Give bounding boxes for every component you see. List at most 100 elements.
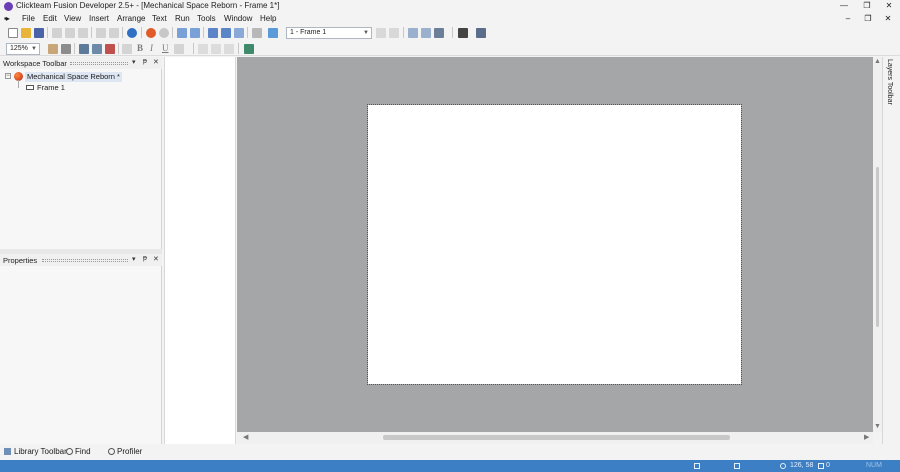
zoom-dropdown[interactable]: 125% ▼ [6, 43, 40, 55]
tree-collapse-toggle[interactable]: − [5, 73, 11, 79]
toolbar-separator [122, 27, 123, 38]
paint-icon[interactable] [268, 28, 278, 38]
menu-file[interactable]: File [22, 14, 35, 23]
tree-item-frame-1[interactable]: Frame 1 [37, 83, 65, 93]
stop-square-icon[interactable] [458, 28, 468, 38]
toolbar-separator [172, 27, 173, 38]
run-application-icon[interactable] [146, 28, 156, 38]
show-grid-icon[interactable] [92, 44, 102, 54]
panel-close-icon[interactable]: ✕ [153, 58, 159, 66]
panel-close-icon[interactable]: ✕ [153, 255, 159, 263]
library-icon[interactable] [252, 28, 262, 38]
pin-icon[interactable]: ᵽ [143, 58, 147, 65]
fullscreen-icon[interactable] [476, 28, 486, 38]
italic-button[interactable]: I [150, 43, 153, 53]
save-icon[interactable] [34, 28, 44, 38]
panel-menu-icon[interactable]: ▾ [132, 58, 136, 66]
align-right-icon[interactable] [224, 44, 234, 54]
menu-text[interactable]: Text [152, 14, 167, 23]
undo-icon[interactable] [96, 28, 106, 38]
bottom-tab-bar: Library Toolbar Find Profiler [0, 444, 900, 460]
stop-icon[interactable] [159, 28, 169, 38]
horizontal-scroll-thumb[interactable] [383, 435, 730, 440]
tab-profiler[interactable]: Profiler [117, 447, 142, 456]
text-color-icon[interactable] [174, 44, 184, 54]
menu-insert[interactable]: Insert [89, 14, 109, 23]
window-restore-button[interactable]: ❐ [856, 0, 878, 13]
frame-icon [26, 85, 34, 90]
scroll-left-icon[interactable]: ◀ [243, 433, 248, 441]
title-bar: Clickteam Fusion Developer 2.5+ - [Mecha… [0, 0, 900, 13]
window-close-button[interactable]: ✕ [878, 0, 900, 13]
open-folder-icon[interactable] [21, 28, 31, 38]
system-menu-icon[interactable]: ▪▸ [4, 14, 10, 23]
mdi-minimize-button[interactable]: – [838, 13, 858, 25]
copy-icon[interactable] [65, 28, 75, 38]
paste-icon[interactable] [78, 28, 88, 38]
tab-library-toolbar[interactable]: Library Toolbar [14, 447, 67, 456]
menu-tools[interactable]: Tools [197, 14, 216, 23]
grid-setup-icon[interactable] [105, 44, 115, 54]
menu-help[interactable]: Help [260, 14, 276, 23]
next-frame-icon[interactable] [389, 28, 399, 38]
menu-arrange[interactable]: Arrange [117, 14, 145, 23]
pin-icon[interactable]: ᵽ [143, 255, 147, 262]
cursor-position-icon [780, 463, 786, 469]
align-center-icon[interactable] [211, 44, 221, 54]
menu-run[interactable]: Run [175, 14, 190, 23]
align-left-icon[interactable] [198, 44, 208, 54]
previous-frame-icon[interactable] [376, 28, 386, 38]
storyboard-editor-icon[interactable] [177, 28, 187, 38]
scroll-up-icon[interactable]: ▲ [874, 58, 881, 65]
mdi-restore-button[interactable]: ❐ [858, 13, 878, 25]
eyedropper-icon[interactable] [61, 44, 71, 54]
toolbar-separator [238, 43, 239, 54]
tile-windows-icon[interactable] [421, 28, 431, 38]
toolbar-separator [91, 27, 92, 38]
menu-window[interactable]: Window [224, 14, 252, 23]
display-mode-icon[interactable] [434, 28, 444, 38]
editor-toolbar: 125% ▼ B I U [0, 41, 900, 56]
layers-toolbar-tab[interactable]: Layers Toolbar [886, 59, 893, 105]
properties-panel-header: Properties ▾ ᵽ ✕ [0, 254, 162, 266]
toolbar-separator [452, 27, 453, 38]
data-elements-icon[interactable] [234, 28, 244, 38]
status-indicator-icon [734, 463, 740, 469]
redo-icon[interactable] [109, 28, 119, 38]
object-count: 0 [826, 462, 830, 469]
vertical-scroll-thumb[interactable] [876, 167, 879, 327]
panel-menu-icon[interactable]: ▾ [132, 255, 136, 263]
tab-find[interactable]: Find [75, 447, 91, 456]
new-file-icon[interactable] [8, 28, 18, 38]
mdi-close-button[interactable]: ✕ [878, 13, 898, 25]
horizontal-scrollbar[interactable]: ◀ ▶ [237, 432, 873, 444]
toolbar-separator [193, 43, 194, 54]
frame-editor-icon[interactable] [190, 28, 200, 38]
vertical-scrollbar[interactable]: ▲ ▼ [873, 57, 882, 432]
font-icon[interactable] [122, 44, 132, 54]
tree-item-application[interactable]: Mechanical Space Reborn * [25, 72, 122, 82]
window-minimize-button[interactable]: — [833, 0, 855, 13]
menu-view[interactable]: View [64, 14, 81, 23]
bold-button[interactable]: B [137, 43, 143, 53]
hand-tool-icon[interactable] [48, 44, 58, 54]
event-list-editor-icon[interactable] [221, 28, 231, 38]
cut-icon[interactable] [52, 28, 62, 38]
frame-selector-dropdown[interactable]: 1 - Frame 1 ▼ [286, 27, 372, 39]
window-layout-icon[interactable] [408, 28, 418, 38]
menu-edit[interactable]: Edit [43, 14, 57, 23]
layers-toolbar-strip[interactable]: Layers Toolbar [882, 57, 900, 444]
scroll-down-icon[interactable]: ▼ [874, 423, 881, 430]
frame-canvas[interactable] [367, 104, 742, 385]
panel-grip[interactable] [70, 62, 128, 65]
frame-editor-area[interactable] [237, 57, 873, 432]
help-icon[interactable] [127, 28, 137, 38]
scroll-right-icon[interactable]: ▶ [864, 433, 869, 441]
library-icon [4, 448, 11, 455]
event-editor-icon[interactable] [208, 28, 218, 38]
panel-grip[interactable] [42, 259, 128, 262]
fusion-app-icon [4, 2, 13, 11]
snap-to-grid-icon[interactable] [79, 44, 89, 54]
fit-to-window-icon[interactable] [244, 44, 254, 54]
underline-button[interactable]: U [162, 43, 169, 53]
